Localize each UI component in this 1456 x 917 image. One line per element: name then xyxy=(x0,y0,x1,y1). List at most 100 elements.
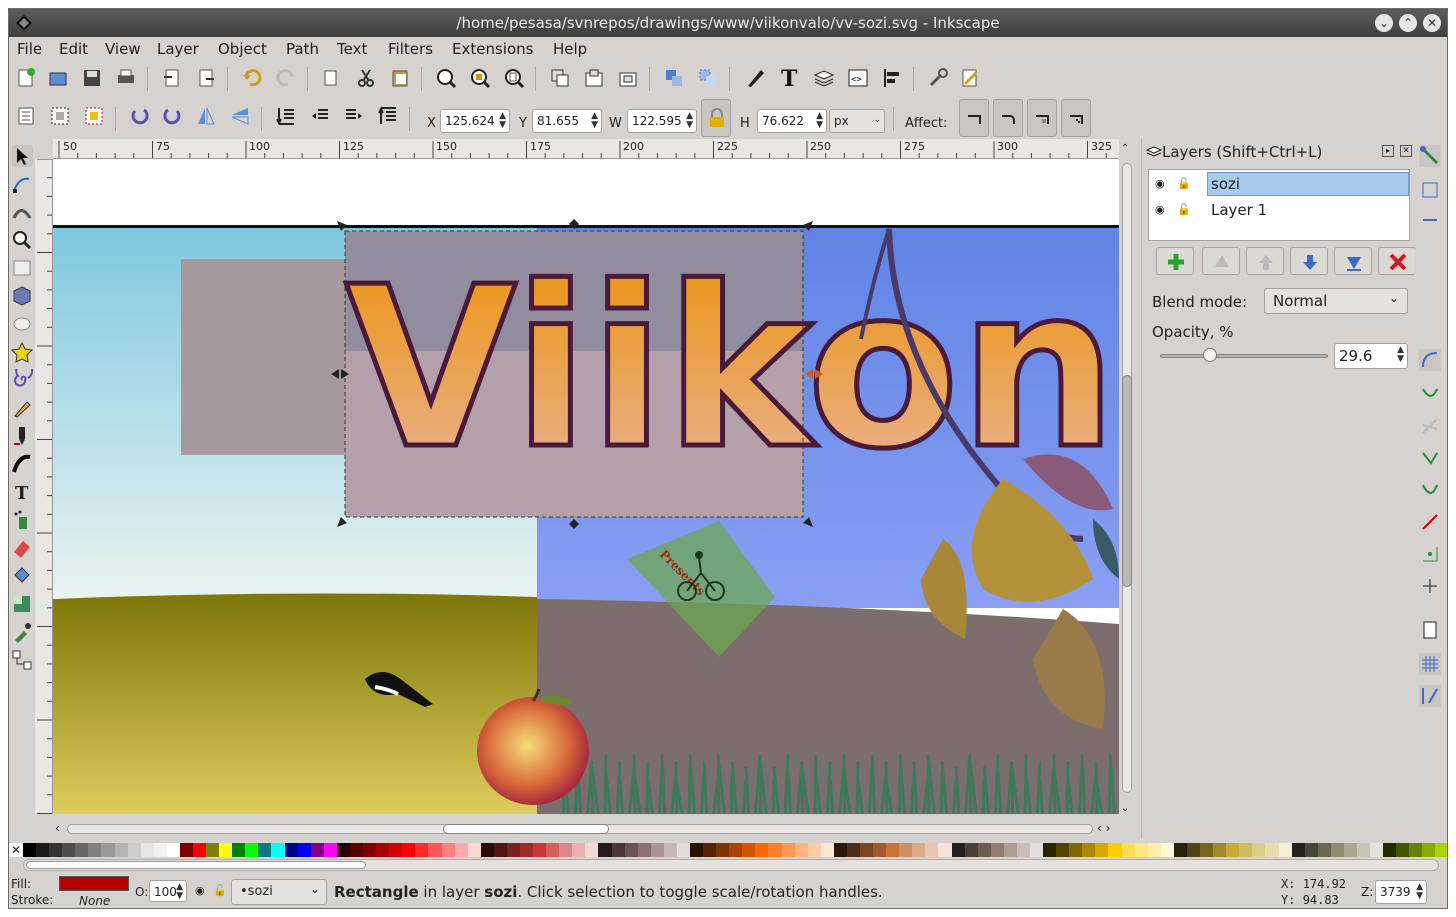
palette-swatch[interactable] xyxy=(75,843,89,857)
delete-layer-button[interactable] xyxy=(1378,247,1416,275)
paint-bucket-tool-icon[interactable] xyxy=(11,565,33,587)
palette-swatch[interactable] xyxy=(454,843,468,857)
redo-icon[interactable] xyxy=(275,67,297,89)
palette-swatch[interactable] xyxy=(140,843,154,857)
unlink-clone-icon[interactable] xyxy=(617,67,639,89)
unlocked-icon[interactable]: 🔓 xyxy=(1177,203,1191,216)
palette-swatch[interactable] xyxy=(1056,843,1070,857)
palette-swatch[interactable] xyxy=(663,843,677,857)
palette-swatch[interactable] xyxy=(768,843,782,857)
menu-text[interactable]: Text xyxy=(337,40,367,58)
clone-icon[interactable] xyxy=(583,67,605,89)
lower-icon[interactable] xyxy=(309,105,331,127)
lock-proportions-button[interactable] xyxy=(701,99,731,137)
zoom-tool-icon[interactable] xyxy=(11,229,33,251)
palette-swatch[interactable] xyxy=(938,843,952,857)
horizontal-scrollbar[interactable]: ‹ ‹ › xyxy=(53,821,1139,837)
palette-swatch[interactable] xyxy=(1003,843,1017,857)
w-field[interactable]: 122.595 ▲ ▼ xyxy=(627,109,697,133)
palette-swatch[interactable] xyxy=(310,843,324,857)
fill-stroke-icon[interactable] xyxy=(745,67,767,89)
snap-midpoints-icon[interactable] xyxy=(1419,511,1441,533)
palette-swatch[interactable] xyxy=(1422,843,1436,857)
palette-swatch[interactable] xyxy=(1304,843,1318,857)
snap-guides-icon[interactable] xyxy=(1419,685,1441,707)
snap-rotation-center-icon[interactable] xyxy=(1419,575,1441,597)
palette-swatch[interactable] xyxy=(193,843,207,857)
scroll-up-arrow[interactable]: ⌃ xyxy=(1121,143,1129,154)
dropper-tool-icon[interactable] xyxy=(11,621,33,643)
palette-swatch[interactable] xyxy=(23,843,37,857)
opacity-slider-track[interactable] xyxy=(1160,354,1328,358)
layer-name[interactable]: sozi xyxy=(1211,175,1240,193)
palette-swatch[interactable] xyxy=(533,843,547,857)
raise-icon[interactable] xyxy=(343,105,365,127)
zoom-spin[interactable]: ▲ ▼ xyxy=(1416,883,1423,901)
palette-swatch[interactable] xyxy=(598,843,612,857)
eye-icon[interactable]: ◉ xyxy=(1155,177,1165,190)
palette-swatch[interactable] xyxy=(232,843,246,857)
layers-icon[interactable] xyxy=(813,67,835,89)
palette-swatch[interactable] xyxy=(650,843,664,857)
raise-layer-button[interactable] xyxy=(1246,247,1284,275)
palette-swatch[interactable] xyxy=(1030,843,1044,857)
xml-editor-icon[interactable]: <> xyxy=(847,67,869,89)
palette-swatch[interactable] xyxy=(729,843,743,857)
palette-swatch[interactable] xyxy=(36,843,50,857)
opacity-slider-handle[interactable] xyxy=(1202,348,1217,362)
palette-swatch[interactable] xyxy=(389,843,403,857)
scroll-right-arrow[interactable]: ‹ › xyxy=(1097,821,1110,835)
palette-swatch[interactable] xyxy=(519,843,534,857)
palette-swatch[interactable] xyxy=(258,843,272,857)
snap-smooth-nodes-icon[interactable] xyxy=(1419,479,1441,501)
palette-swatch[interactable] xyxy=(585,843,599,857)
snap-paths-icon[interactable] xyxy=(1419,383,1441,405)
affect-rounded-corners-button[interactable] xyxy=(993,99,1023,137)
palette-swatch[interactable] xyxy=(323,843,337,857)
vertical-ruler[interactable] xyxy=(35,159,53,814)
fill-swatch[interactable] xyxy=(59,876,129,891)
palette-swatch[interactable] xyxy=(624,843,638,857)
zoom-selection-icon[interactable] xyxy=(435,67,457,89)
panel-close-icon[interactable]: ✕ xyxy=(1400,145,1412,157)
tweak-tool-icon[interactable] xyxy=(11,201,33,223)
pen-tool-icon[interactable] xyxy=(11,425,33,447)
palette-swatch[interactable] xyxy=(873,843,887,857)
palette-swatch[interactable] xyxy=(1317,843,1331,857)
opacity-field[interactable]: 29.6 ▲ ▼ xyxy=(1334,343,1408,369)
palette-swatch[interactable] xyxy=(1173,843,1187,857)
palette-swatch[interactable] xyxy=(1330,843,1344,857)
color-palette[interactable] xyxy=(9,843,1447,857)
opacity-spin-arrows[interactable]: ▲ ▼ xyxy=(1397,346,1404,364)
palette-swatch[interactable] xyxy=(1121,843,1135,857)
blend-mode-select[interactable]: Normal ⌄ xyxy=(1264,288,1408,314)
3d-box-tool-icon[interactable] xyxy=(11,285,33,307)
minimize-button[interactable]: ⌄ xyxy=(1375,14,1393,32)
flip-horizontal-icon[interactable] xyxy=(195,105,217,127)
stroke-value[interactable]: None xyxy=(79,894,110,908)
palette-swatch[interactable] xyxy=(1239,843,1253,857)
palette-swatch[interactable] xyxy=(1043,843,1057,857)
preferences-icon[interactable] xyxy=(927,67,949,89)
palette-swatch[interactable] xyxy=(415,843,429,857)
select-all-icon[interactable] xyxy=(15,105,37,127)
snap-page-border-icon[interactable] xyxy=(1419,619,1441,641)
palette-swatch[interactable] xyxy=(219,843,233,857)
menu-extensions[interactable]: Extensions xyxy=(452,40,533,58)
unlocked-icon[interactable]: 🔓 xyxy=(1177,177,1191,190)
palette-swatch[interactable] xyxy=(1108,843,1122,857)
menu-filters[interactable]: Filters xyxy=(388,40,433,58)
palette-swatch[interactable] xyxy=(428,843,442,857)
w-spin-arrows[interactable]: ▲ ▼ xyxy=(686,112,693,130)
palette-swatch[interactable] xyxy=(1226,843,1240,857)
paste-icon[interactable] xyxy=(389,67,411,89)
eraser-tool-icon[interactable] xyxy=(11,537,33,559)
ungroup-icon[interactable] xyxy=(697,67,719,89)
palette-swatch[interactable] xyxy=(990,843,1004,857)
duplicate-icon[interactable] xyxy=(549,67,571,89)
palette-swatch[interactable] xyxy=(951,843,965,857)
palette-swatch[interactable] xyxy=(807,843,821,857)
snap-bbox-icon[interactable] xyxy=(1419,179,1441,201)
palette-swatch[interactable] xyxy=(1396,843,1410,857)
no-paint-swatch[interactable]: ✕ xyxy=(11,843,21,857)
